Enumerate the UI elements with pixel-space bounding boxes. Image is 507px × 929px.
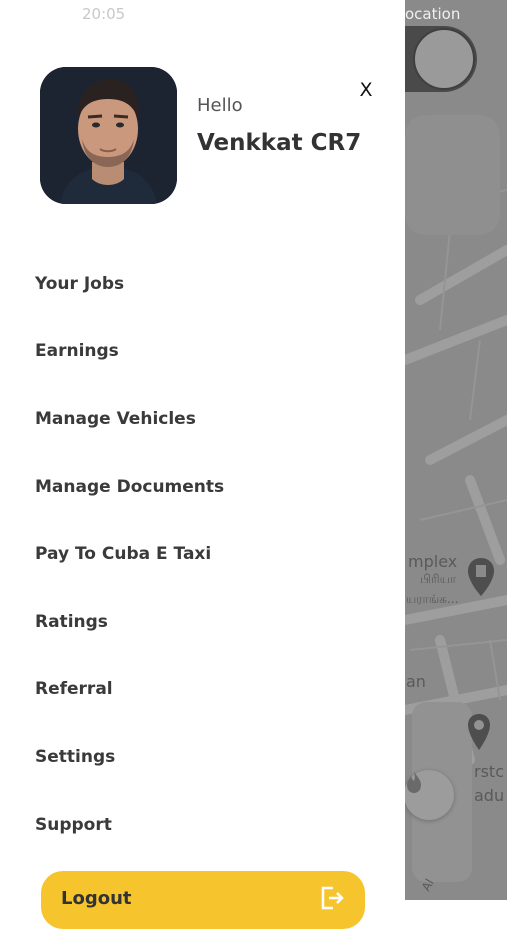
drawer-menu: Your Jobs Earnings Manage Vehicles Manag…	[35, 250, 365, 858]
map-place-label: mplex	[408, 552, 458, 571]
map-place-label-2: an	[406, 672, 426, 691]
menu-item-manage-vehicles[interactable]: Manage Vehicles	[35, 385, 365, 453]
online-toggle[interactable]	[405, 26, 477, 92]
menu-item-support[interactable]: Support	[35, 791, 365, 859]
map-place-label-3: rstc	[474, 762, 504, 781]
toggle-knob	[413, 28, 475, 90]
menu-item-referral[interactable]: Referral	[35, 656, 365, 724]
greeting-text: Hello	[197, 95, 243, 116]
profile-photo	[40, 67, 177, 204]
logout-button[interactable]: Logout	[41, 871, 365, 929]
map-top-label: ocation	[405, 5, 461, 23]
menu-item-pay[interactable]: Pay To Cuba E Taxi	[35, 520, 365, 588]
map-place-label-3b: adu	[474, 786, 505, 805]
map-pin-icon-2[interactable]	[466, 712, 492, 752]
user-name: Venkkat CR7	[197, 130, 362, 156]
logout-icon	[321, 886, 344, 910]
menu-item-manage-documents[interactable]: Manage Documents	[35, 453, 365, 521]
close-button[interactable]: X	[354, 78, 378, 102]
avatar[interactable]	[40, 67, 177, 204]
logout-label: Logout	[61, 888, 132, 909]
menu-item-settings[interactable]: Settings	[35, 723, 365, 791]
side-drawer: 20:05 Hello Venkkat CR7 X Your Jobs Earn…	[0, 0, 405, 929]
heatmap-button[interactable]	[404, 770, 454, 820]
menu-item-earnings[interactable]: Earnings	[35, 318, 365, 386]
fire-icon	[407, 771, 421, 793]
menu-item-your-jobs[interactable]: Your Jobs	[35, 250, 365, 318]
map-place-sublabel: பிரியா	[420, 572, 457, 586]
map-pin-icon[interactable]	[466, 556, 496, 598]
menu-item-ratings[interactable]: Ratings	[35, 588, 365, 656]
map-place-sublabel-2: யராங்க...	[406, 592, 459, 606]
status-time: 20:05	[82, 5, 126, 23]
